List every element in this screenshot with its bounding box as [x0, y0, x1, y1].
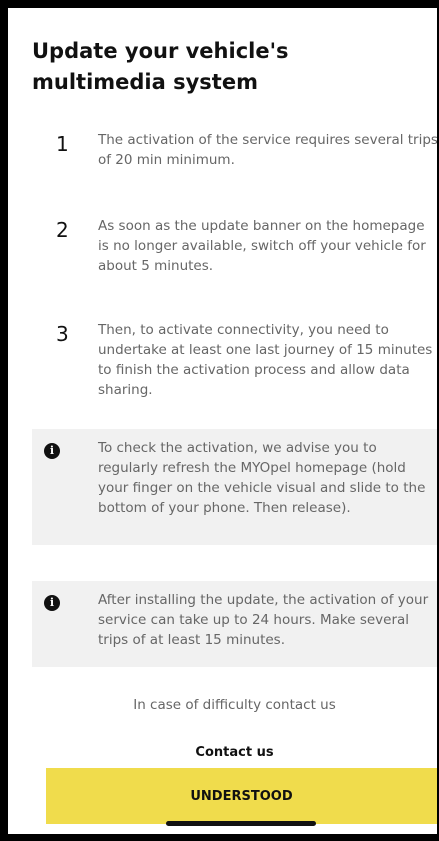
info-icon: i	[44, 443, 60, 459]
update-dialog: Update your vehicle's multimedia system …	[8, 8, 437, 834]
info-box: i After installing the update, the activ…	[32, 581, 437, 667]
info-box: i To check the activation, we advise you…	[32, 429, 437, 545]
step-item: 1 The activation of the service requires…	[32, 128, 437, 188]
step-item: 2 As soon as the update banner on the ho…	[32, 214, 432, 294]
contact-us-link[interactable]: Contact us	[32, 745, 437, 760]
info-text: To check the activation, we advise you t…	[98, 440, 426, 516]
home-indicator	[166, 821, 316, 826]
info-text: After installing the update, the activat…	[98, 592, 429, 648]
difficulty-text: In case of difficulty contact us	[133, 697, 336, 713]
page-title: Update your vehicle's multimedia system	[32, 39, 289, 94]
step-text: Then, to activate connectivity, you need…	[98, 322, 433, 398]
step-text: The activation of the service requires s…	[98, 132, 437, 168]
step-number: 1	[56, 132, 69, 156]
step-number: 2	[56, 218, 69, 242]
step-item: 3 Then, to activate connectivity, you ne…	[32, 318, 432, 418]
step-number: 3	[56, 322, 69, 346]
understood-button[interactable]: UNDERSTOOD	[46, 768, 437, 824]
step-text: As soon as the update banner on the home…	[98, 218, 426, 274]
info-icon: i	[44, 595, 60, 611]
